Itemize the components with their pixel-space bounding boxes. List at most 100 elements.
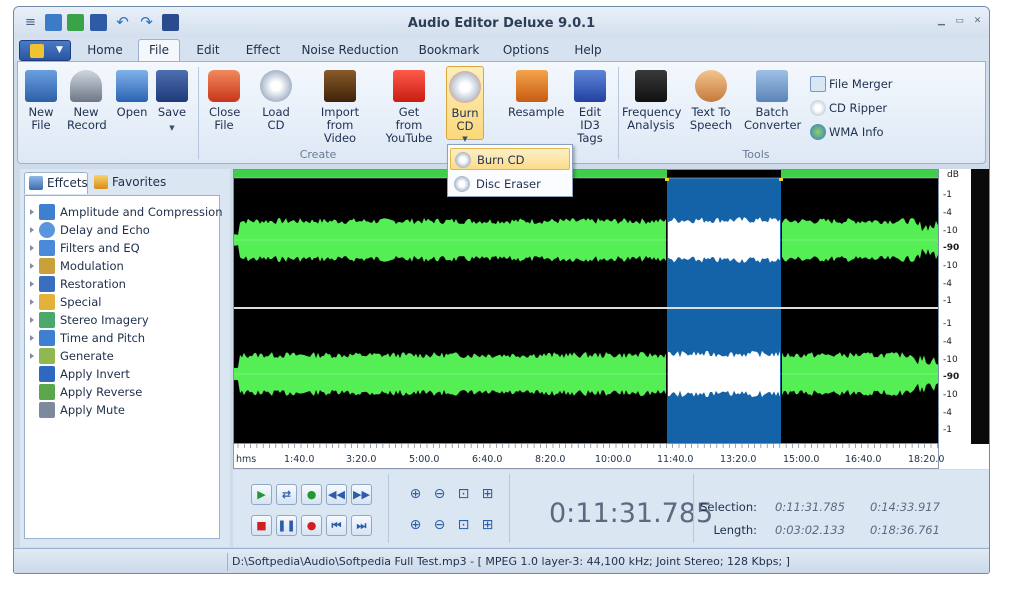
expand-arrow-icon[interactable] [30, 317, 34, 323]
expand-arrow-icon[interactable] [30, 227, 34, 233]
tree-item-apply-invert[interactable]: Apply Invert [39, 365, 130, 383]
special-icon [39, 294, 55, 310]
tab-effects[interactable]: Effcets [24, 172, 88, 194]
menu-item-label: Burn CD [477, 153, 525, 167]
wma-info-button[interactable]: WMA Info [810, 123, 884, 141]
tree-item-filters-eq[interactable]: Filters and EQ [30, 239, 140, 257]
timeline-ruler[interactable]: hms 1:40.0 3:20.0 5:00.0 6:40.0 8:20.0 1… [233, 444, 944, 469]
expand-arrow-icon[interactable] [30, 281, 34, 287]
modulation-icon [39, 258, 55, 274]
open-label: Open [116, 105, 148, 119]
waveform-display[interactable] [233, 169, 939, 444]
save-button[interactable]: Save ▼ [154, 70, 190, 135]
db-label: -4 [943, 337, 952, 347]
application-menu-button[interactable]: ▼ [19, 40, 71, 61]
rewind-icon: ◀◀ [328, 488, 345, 501]
close-file-button[interactable]: Close File [206, 70, 242, 132]
edit-id3-tags-button[interactable]: Edit ID3 Tags [568, 70, 612, 145]
expand-arrow-icon[interactable] [30, 263, 34, 269]
tab-home[interactable]: Home [80, 42, 130, 61]
menu-item-disc-eraser[interactable]: Disc Eraser [450, 173, 570, 195]
zoom-reset-icon[interactable]: ⊞ [477, 515, 498, 536]
frequency-analysis-button[interactable]: Frequency Analysis [622, 70, 681, 132]
file-merger-button[interactable]: File Merger [810, 75, 893, 93]
tree-item-amplitude[interactable]: Amplitude and Compression [30, 203, 223, 221]
play-selection-button[interactable]: ● [301, 484, 322, 505]
waveform-area: dB -1 -4 -10 -90 -10 -4 -1 -1 -4 -10 -90… [233, 169, 989, 469]
tab-effect[interactable]: Effect [240, 42, 286, 61]
overview-bar[interactable] [234, 170, 938, 178]
zoom-out-vertical-icon[interactable]: ⊖ [429, 515, 450, 536]
burn-cd-button[interactable]: Burn CD ▼ [446, 66, 484, 143]
stop-button[interactable]: ■ [251, 515, 272, 536]
new-record-button[interactable]: New Record [66, 70, 107, 132]
tree-item-modulation[interactable]: Modulation [30, 257, 124, 275]
delay-echo-icon [39, 222, 55, 238]
favorites-icon [94, 175, 108, 189]
maximize-icon[interactable]: ▭ [953, 16, 966, 26]
load-cd-button[interactable]: Load CD [258, 70, 294, 132]
tab-noise-reduction[interactable]: Noise Reduction [300, 42, 400, 61]
get-from-youtube-button[interactable]: Get from YouTube [384, 70, 434, 145]
selection-region[interactable] [667, 178, 781, 443]
length-label: Length: [713, 523, 757, 537]
db-label: -4 [943, 208, 952, 218]
record-icon: ● [306, 519, 317, 532]
timeline-label: 10:00.0 [595, 454, 632, 465]
new-file-button[interactable]: New File [22, 70, 60, 132]
tree-item-delay-echo[interactable]: Delay and Echo [30, 221, 150, 239]
go-to-end-button[interactable]: ⏭ [351, 515, 372, 536]
expand-arrow-icon[interactable] [30, 299, 34, 305]
minimize-icon[interactable]: ▁ [935, 16, 948, 26]
timeline-label: 3:20.0 [346, 454, 377, 465]
expand-arrow-icon[interactable] [30, 335, 34, 341]
zoom-fit-vertical-icon[interactable]: ⊡ [453, 515, 474, 536]
tree-item-special[interactable]: Special [30, 293, 101, 311]
selection-label: Selection: [700, 500, 757, 514]
tab-bookmark[interactable]: Bookmark [414, 42, 484, 61]
tab-file[interactable]: File [138, 39, 180, 62]
tree-item-time-pitch[interactable]: Time and Pitch [30, 329, 145, 347]
rewind-button[interactable]: ◀◀ [326, 484, 347, 505]
zoom-in-vertical-icon[interactable]: ⊕ [405, 515, 426, 536]
play-button[interactable]: ▶ [251, 484, 272, 505]
zoom-out-icon[interactable]: ⊖ [429, 484, 450, 505]
tab-options[interactable]: Options [498, 42, 554, 61]
timeline-ticks [237, 444, 938, 448]
tab-help[interactable]: Help [568, 42, 608, 61]
zoom-full-icon[interactable]: ⊞ [477, 484, 498, 505]
expand-arrow-icon[interactable] [30, 353, 34, 359]
tab-favorites[interactable]: Favorites [90, 172, 170, 194]
record-button[interactable]: ● [301, 515, 322, 536]
import-from-video-button[interactable]: Import from Video [308, 70, 372, 145]
tree-item-label: Amplitude and Compression [60, 205, 223, 219]
expand-arrow-icon[interactable] [30, 209, 34, 215]
selection-handle[interactable] [665, 178, 669, 181]
tree-item-apply-mute[interactable]: Apply Mute [39, 401, 125, 419]
zoom-in-icon[interactable]: ⊕ [405, 484, 426, 505]
pause-button[interactable]: ❚❚ [276, 515, 297, 536]
cd-ripper-button[interactable]: CD Ripper [810, 99, 887, 117]
tree-item-generate[interactable]: Generate [30, 347, 114, 365]
close-icon[interactable]: ✕ [971, 16, 984, 26]
fast-forward-button[interactable]: ▶▶ [351, 484, 372, 505]
loop-button[interactable]: ⇄ [276, 484, 297, 505]
tree-item-restoration[interactable]: Restoration [30, 275, 126, 293]
expand-arrow-icon[interactable] [30, 245, 34, 251]
resample-button[interactable]: Resample [508, 70, 564, 119]
tree-item-apply-reverse[interactable]: Apply Reverse [39, 383, 142, 401]
batch-converter-button[interactable]: Batch Converter [744, 70, 801, 132]
save-label: Save [157, 105, 187, 119]
new-file-icon [25, 70, 57, 102]
tab-edit[interactable]: Edit [190, 42, 226, 61]
disc-eraser-icon [454, 176, 470, 192]
go-to-start-button[interactable]: ⏮ [326, 515, 347, 536]
open-button[interactable]: Open [114, 70, 150, 119]
text-to-speech-button[interactable]: Text To Speech [688, 70, 734, 132]
zoom-selection-icon[interactable]: ⊡ [453, 484, 474, 505]
menu-item-burn-cd[interactable]: Burn CD [450, 148, 570, 170]
chevron-down-icon: ▼ [169, 124, 175, 132]
tree-item-stereo-imagery[interactable]: Stereo Imagery [30, 311, 149, 329]
selection-handle[interactable] [779, 178, 783, 181]
waveform-canvas[interactable] [234, 170, 938, 443]
